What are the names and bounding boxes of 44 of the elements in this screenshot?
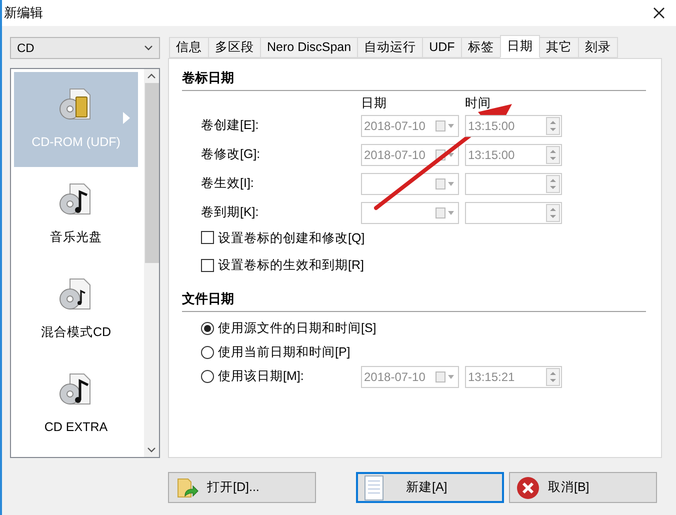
- field-label: 卷生效[I]:: [201, 175, 255, 192]
- tab[interactable]: 信息: [169, 37, 209, 58]
- disc-type-item[interactable]: 混合模式CD: [14, 262, 138, 357]
- field-label: 卷创建[E]:: [201, 117, 260, 134]
- section-heading: 卷标日期: [182, 69, 235, 87]
- field-label: 卷修改[G]:: [201, 146, 262, 164]
- checkbox[interactable]: [201, 231, 214, 244]
- checkbox[interactable]: [201, 259, 214, 272]
- disc-type-item[interactable]: 音乐光盘: [14, 167, 138, 262]
- radio-label: 使用当前日期和时间[P]: [218, 344, 350, 362]
- checkbox-label: 设置卷标的生效和到期[R]: [218, 257, 364, 274]
- close-icon[interactable]: [652, 6, 666, 20]
- tab[interactable]: 刻录: [578, 37, 618, 58]
- window-title: 新编辑: [4, 4, 43, 22]
- column-header: 日期: [361, 94, 388, 112]
- chevron-down-icon[interactable]: [147, 447, 156, 453]
- tab[interactable]: 日期: [500, 35, 540, 58]
- disc-type-dropdown[interactable]: CD: [10, 37, 160, 59]
- tab[interactable]: 标签: [460, 37, 501, 58]
- disc-type-item[interactable]: CD EXTRA: [14, 357, 138, 452]
- chevron-up-icon[interactable]: [147, 73, 156, 79]
- field-label: 卷到期[K]:: [201, 204, 260, 222]
- tab[interactable]: 其它: [538, 37, 579, 58]
- new-button[interactable]: 新建[A]: [356, 472, 504, 503]
- cancel-icon: [516, 476, 540, 500]
- column-header: 时间: [465, 94, 491, 112]
- radio-label: 使用该日期[M]:: [218, 368, 304, 386]
- radio-button[interactable]: [201, 322, 214, 335]
- triangle-right-icon: [123, 112, 130, 124]
- chevron-down-icon: [144, 45, 153, 51]
- scrollbar-thumb[interactable]: [144, 83, 158, 263]
- open-button[interactable]: 打开[D]...: [168, 472, 316, 503]
- section-heading: 文件日期: [182, 290, 235, 308]
- tab[interactable]: UDF: [422, 37, 462, 58]
- tab[interactable]: 多区段: [208, 37, 261, 58]
- cancel-button[interactable]: 取消[B]: [509, 472, 657, 503]
- radio-button[interactable]: [201, 346, 214, 359]
- checkbox-label: 设置卷标的创建和修改[Q]: [218, 230, 365, 247]
- scrollbar[interactable]: [144, 69, 159, 457]
- tab[interactable]: 自动运行: [357, 37, 424, 58]
- folder-arrow-icon: [175, 476, 199, 500]
- tab[interactable]: Nero DiscSpan: [260, 37, 358, 58]
- radio-label: 使用源文件的日期和时间[S]: [218, 320, 376, 338]
- document-icon: [364, 474, 384, 500]
